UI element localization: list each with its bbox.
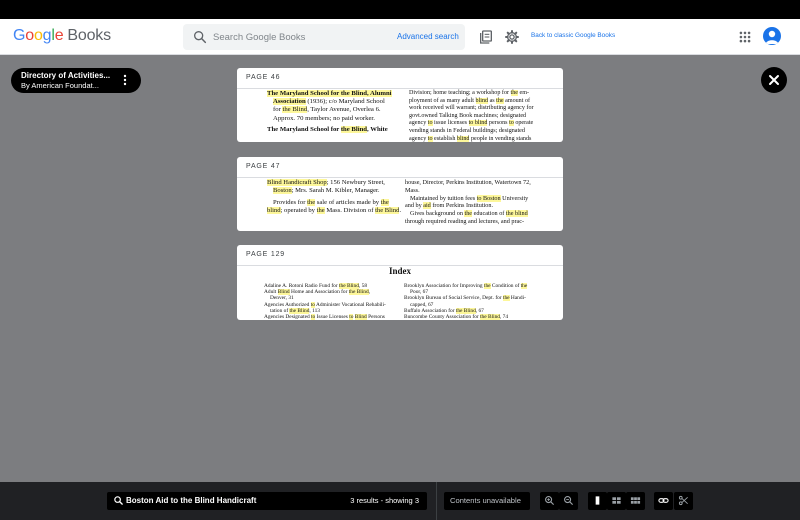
search-icon[interactable] bbox=[192, 29, 208, 45]
snippet-line: Association (1936); c/o Maryland School bbox=[273, 98, 385, 106]
snippet-line: The Maryland School for the Blind, White bbox=[267, 125, 388, 133]
close-viewer-button[interactable] bbox=[761, 67, 787, 93]
scissors-icon bbox=[678, 495, 688, 506]
result-card-page-129[interactable]: PAGE 129 Index Adaline A. Rotoni Radio F… bbox=[237, 245, 563, 320]
book-info-pill[interactable]: Directory of Activities... By American F… bbox=[11, 68, 141, 93]
snippet-line: Agencies Authorized to Administer Vocati… bbox=[264, 301, 386, 308]
snippet-line: The Maryland School for the Blind, Alumn… bbox=[267, 90, 392, 97]
page-snippet: The Maryland School for the Blind, Alumn… bbox=[237, 89, 563, 142]
book-title: Directory of Activities... bbox=[21, 71, 111, 80]
snippet-left-column: The Maryland School for the Blind, Alumn… bbox=[267, 90, 407, 134]
google-books-logo[interactable]: Google Books bbox=[13, 27, 111, 45]
search-in-book-box[interactable]: Boston Aid to the Blind Handicraft 3 res… bbox=[107, 492, 427, 510]
apps-grid-icon[interactable] bbox=[738, 30, 752, 44]
logo-books: Books bbox=[67, 27, 111, 44]
contents-button[interactable]: Contents unavailable bbox=[444, 492, 530, 510]
page-label: PAGE 129 bbox=[237, 245, 563, 266]
bottom-toolbar: Boston Aid to the Blind Handicraft 3 res… bbox=[0, 482, 800, 520]
toolbar-divider bbox=[436, 482, 437, 520]
result-card-page-47[interactable]: PAGE 47 Blind Handicraft Shop; 156 Newbu… bbox=[237, 157, 563, 231]
snippet-left-column: Adaline A. Rotoni Radio Fund for the Bli… bbox=[264, 283, 402, 320]
snippet-line: vending stands in Federal buildings; des… bbox=[409, 127, 525, 134]
two-page-view-button[interactable] bbox=[607, 492, 626, 510]
single-page-view-button[interactable] bbox=[588, 492, 607, 510]
library-icon[interactable] bbox=[478, 29, 494, 45]
snippet-line: through required reading and lectures, a… bbox=[405, 217, 525, 225]
snippet-line: blind; operated by the Mass. Division of… bbox=[267, 207, 402, 214]
snippet-line: Brooklyn Bureau of Social Service, Dept.… bbox=[404, 295, 526, 302]
result-count: 3 results - showing 3 bbox=[350, 496, 419, 505]
snippet-line: and by aid from Perkins Institution. bbox=[405, 202, 493, 210]
two-page-icon bbox=[612, 497, 621, 504]
search-icon[interactable] bbox=[113, 495, 124, 506]
snippet-line: Boston; Mrs. Sarah M. Kibler, Manager. bbox=[273, 187, 380, 194]
search-box[interactable]: Advanced search bbox=[183, 24, 465, 50]
snippet-line: Blind Handicraft Shop; 156 Newbury Stree… bbox=[267, 179, 385, 186]
page-snippet: Blind Handicraft Shop; 156 Newbury Stree… bbox=[237, 178, 563, 231]
snippet-line: Provides for the sale of articles made b… bbox=[273, 199, 389, 206]
snippet-line: Division; home teaching; a workshop for … bbox=[409, 90, 529, 96]
single-page-icon bbox=[595, 496, 600, 505]
snippet-line: agency to issue licenses to blind person… bbox=[409, 120, 534, 127]
search-in-book-query[interactable]: Boston Aid to the Blind Handicraft bbox=[126, 496, 256, 505]
snippet-line: Maintained by tuition fees to Boston Uni… bbox=[410, 194, 529, 202]
snippet-left-column: Blind Handicraft Shop; 156 Newbury Stree… bbox=[267, 179, 407, 215]
link-button[interactable] bbox=[654, 492, 673, 510]
snippet-line: for the Blind, Taylor Avenue, Overlea 6. bbox=[273, 106, 381, 114]
snippet-line: Approx. 70 members; no paid worker. bbox=[273, 114, 375, 122]
page-label: PAGE 47 bbox=[237, 157, 563, 178]
result-card-page-46[interactable]: PAGE 46 The Maryland School for the Blin… bbox=[237, 68, 563, 142]
snippet-line: house, Director, Perkins Institution, Wa… bbox=[405, 179, 531, 186]
snippet-line: Mass. bbox=[405, 186, 420, 194]
zoom-in-icon bbox=[545, 496, 555, 506]
grid-view-icon bbox=[630, 497, 641, 504]
page-label: PAGE 46 bbox=[237, 68, 563, 89]
snippet-line: agency to establish blind people in vend… bbox=[409, 135, 532, 142]
zoom-out-icon bbox=[564, 496, 574, 506]
index-heading: Index bbox=[388, 266, 411, 276]
link-icon bbox=[658, 498, 669, 503]
top-black-bar bbox=[0, 0, 800, 19]
header: GoogleBooks Advanced search Back to clas… bbox=[0, 19, 800, 55]
search-input[interactable] bbox=[213, 28, 388, 46]
snippet-right-column: Brooklyn Association for Improving the C… bbox=[404, 283, 544, 320]
snippet-line: Buncombe County Association for the Blin… bbox=[404, 314, 509, 320]
snippet-line: govt.owned Talking Book machines; design… bbox=[409, 112, 527, 119]
advanced-search-link[interactable]: Advanced search bbox=[397, 32, 459, 41]
snippet-right-column: house, Director, Perkins Institution, Wa… bbox=[405, 179, 539, 226]
page-snippet: Index Adaline A. Rotoni Radio Fund for t… bbox=[237, 266, 563, 320]
snippet-line: Gives background on the education of the… bbox=[410, 210, 528, 218]
zoom-out-button[interactable] bbox=[559, 492, 578, 510]
back-to-classic-link[interactable]: Back to classic Google Books bbox=[531, 32, 615, 39]
user-icon bbox=[765, 30, 779, 44]
book-author: By American Foundat... bbox=[21, 81, 99, 90]
logo-google: Google bbox=[13, 27, 64, 44]
more-options-icon[interactable] bbox=[123, 74, 127, 86]
settings-gear-icon[interactable] bbox=[504, 29, 520, 45]
account-avatar[interactable] bbox=[763, 27, 781, 45]
snippet-line: work received will warrant; distributing… bbox=[409, 105, 534, 112]
close-icon bbox=[769, 75, 779, 85]
snippet-line: Agencies Designated to Issue Licenses to… bbox=[264, 314, 385, 320]
thumbnail-view-button[interactable] bbox=[626, 492, 645, 510]
zoom-in-button[interactable] bbox=[540, 492, 559, 510]
snippet-right-column: Division; home teaching; a workshop for … bbox=[409, 90, 541, 142]
clip-button[interactable] bbox=[674, 492, 693, 510]
